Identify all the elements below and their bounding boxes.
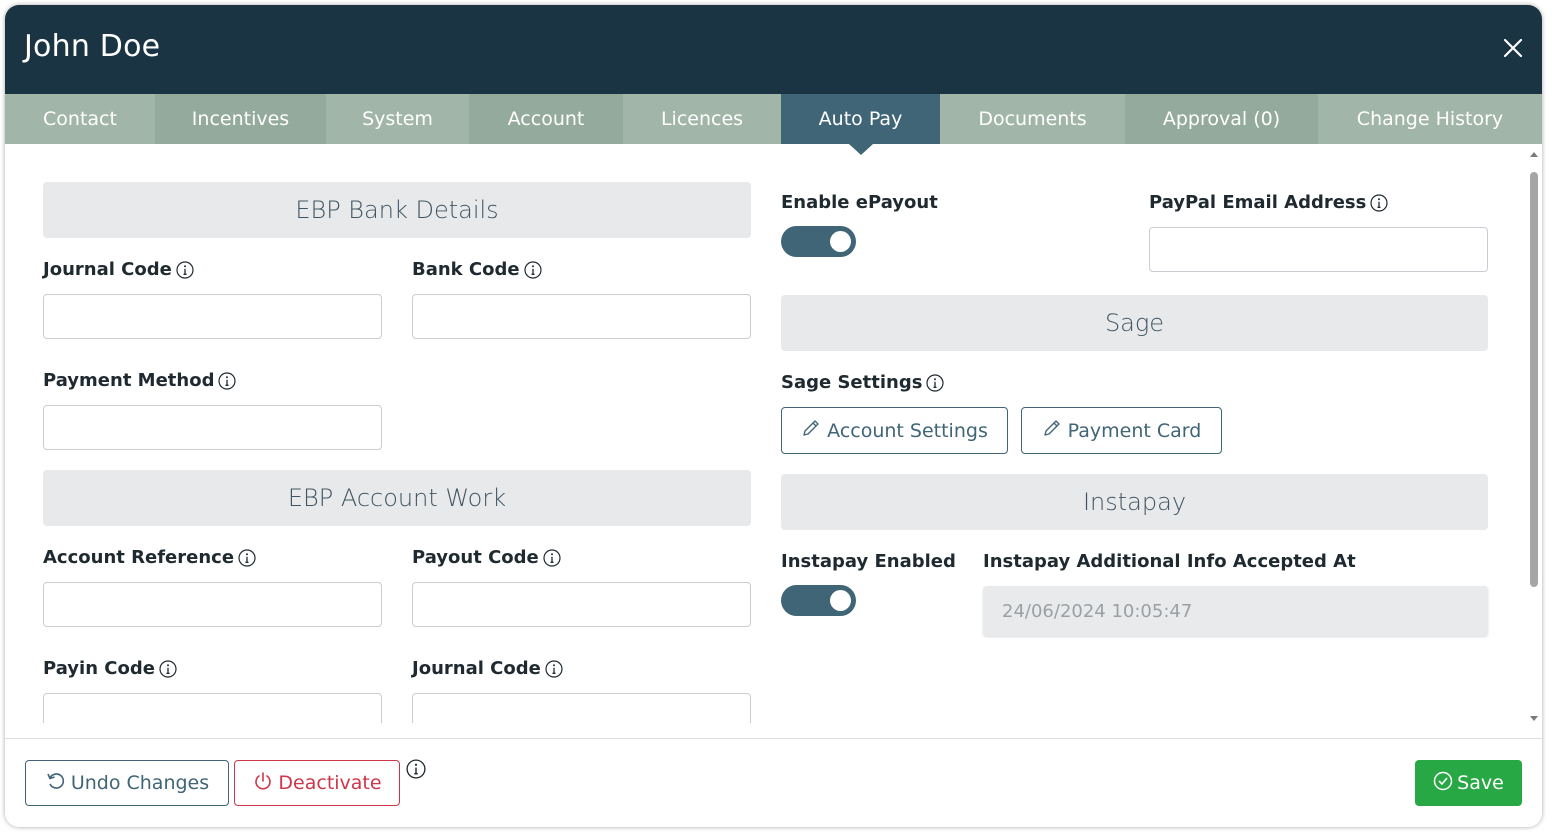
instapay-heading: Instapay: [781, 474, 1488, 530]
auto-pay-panel: EBP Bank Details Journal Code Bank Code …: [5, 144, 1542, 723]
payin-code-input[interactable]: [43, 693, 382, 723]
label-text: Instapay Enabled: [781, 551, 956, 572]
save-button[interactable]: Save: [1415, 760, 1522, 806]
bank-code-label: Bank Code: [412, 259, 542, 280]
button-label: Account Settings: [827, 419, 988, 442]
info-icon[interactable]: [523, 260, 542, 279]
tab-auto-pay[interactable]: Auto Pay: [781, 94, 940, 155]
enable-epayout-label: Enable ePayout: [781, 192, 938, 213]
paypal-email-input[interactable]: [1149, 227, 1488, 272]
paypal-email-label: PayPal Email Address: [1149, 192, 1388, 213]
tab-bar: Contact Incentives System Account Licenc…: [5, 94, 1542, 155]
label-text: Journal Code: [412, 658, 541, 679]
label-text: Payout Code: [412, 547, 539, 568]
modal-header: John Doe: [5, 5, 1542, 94]
payment-method-label: Payment Method: [43, 370, 237, 391]
info-icon[interactable]: [1370, 193, 1388, 212]
tab-label: Documents: [978, 108, 1087, 130]
ebp-account-work-heading: EBP Account Work: [43, 470, 751, 526]
account-reference-input[interactable]: [43, 582, 382, 627]
label-text: Sage Settings: [781, 372, 923, 393]
journal-code-2-input[interactable]: [412, 693, 751, 723]
button-label: Payment Card: [1067, 419, 1202, 442]
instapay-enabled-toggle[interactable]: [781, 585, 856, 616]
info-icon[interactable]: [926, 373, 945, 392]
tab-incentives[interactable]: Incentives: [155, 94, 326, 144]
info-icon[interactable]: [176, 260, 194, 279]
tab-approval[interactable]: Approval (0): [1125, 94, 1318, 144]
info-icon[interactable]: [406, 759, 426, 783]
modal-footer: Undo Changes Deactivate Save: [5, 738, 1542, 827]
tab-label: Contact: [43, 108, 117, 130]
instapay-accepted-at-label: Instapay Additional Info Accepted At: [983, 551, 1356, 572]
deactivate-button[interactable]: Deactivate: [234, 760, 400, 806]
tab-label: Account: [507, 108, 585, 130]
tab-change-history[interactable]: Change History: [1318, 94, 1542, 144]
instapay-enabled-label: Instapay Enabled: [781, 551, 956, 572]
scroll-thumb[interactable]: [1530, 172, 1538, 587]
close-icon[interactable]: [1498, 33, 1528, 63]
button-label: Save: [1457, 772, 1504, 794]
payment-method-input[interactable]: [43, 405, 382, 450]
toggle-knob: [830, 231, 851, 252]
info-icon[interactable]: [238, 548, 256, 567]
undo-icon: [45, 770, 67, 797]
label-text: Account Reference: [43, 547, 235, 568]
tab-label: Licences: [660, 108, 744, 130]
instapay-accepted-at-field: 24/06/2024 10:05:47: [983, 586, 1488, 636]
button-label: Deactivate: [278, 772, 382, 794]
button-label: Undo Changes: [70, 772, 210, 794]
content-scrollbar[interactable]: [1526, 150, 1538, 725]
label-text: Bank Code: [412, 259, 520, 280]
tab-system[interactable]: System: [326, 94, 469, 144]
label-text: Journal Code: [43, 259, 172, 280]
tab-account[interactable]: Account: [469, 94, 623, 144]
scroll-up-icon[interactable]: [1529, 150, 1539, 158]
journal-code-input[interactable]: [43, 294, 382, 339]
tab-contact[interactable]: Contact: [5, 94, 155, 144]
tab-licences[interactable]: Licences: [623, 94, 781, 144]
power-icon: [252, 770, 274, 797]
tab-label: Change History: [1356, 108, 1504, 130]
account-reference-label: Account Reference: [43, 547, 256, 568]
journal-code-label: Journal Code: [43, 259, 194, 280]
tab-documents[interactable]: Documents: [940, 94, 1125, 144]
modal-title: John Doe: [24, 29, 161, 64]
info-icon[interactable]: [543, 548, 561, 567]
info-icon[interactable]: [218, 371, 237, 390]
scroll-down-icon[interactable]: [1529, 715, 1539, 723]
tab-label: Approval (0): [1162, 108, 1281, 130]
check-circle-icon: [1433, 771, 1453, 796]
payout-code-label: Payout Code: [412, 547, 561, 568]
label-text: PayPal Email Address: [1149, 192, 1367, 213]
info-icon[interactable]: [159, 659, 177, 678]
label-text: Enable ePayout: [781, 192, 938, 213]
user-modal: John Doe Contact Incentives System Accou…: [5, 5, 1542, 827]
tab-label: System: [362, 108, 433, 130]
label-text: Payin Code: [43, 658, 155, 679]
journal-code-2-label: Journal Code: [412, 658, 563, 679]
toggle-knob: [830, 590, 851, 611]
tab-label: Auto Pay: [818, 108, 903, 130]
undo-changes-button[interactable]: Undo Changes: [25, 760, 229, 806]
enable-epayout-toggle[interactable]: [781, 226, 856, 257]
payout-code-input[interactable]: [412, 582, 751, 627]
label-text: Instapay Additional Info Accepted At: [983, 551, 1356, 572]
ebp-bank-details-heading: EBP Bank Details: [43, 182, 751, 238]
pencil-icon: [801, 418, 821, 443]
payin-code-label: Payin Code: [43, 658, 177, 679]
sage-heading: Sage: [781, 295, 1488, 351]
sage-settings-label: Sage Settings: [781, 372, 945, 393]
label-text: Payment Method: [43, 370, 215, 391]
tab-label: Incentives: [191, 108, 290, 130]
bank-code-input[interactable]: [412, 294, 751, 339]
info-icon[interactable]: [545, 659, 563, 678]
pencil-icon: [1042, 418, 1062, 443]
account-settings-button[interactable]: Account Settings: [781, 407, 1008, 454]
payment-card-button[interactable]: Payment Card: [1021, 407, 1222, 454]
